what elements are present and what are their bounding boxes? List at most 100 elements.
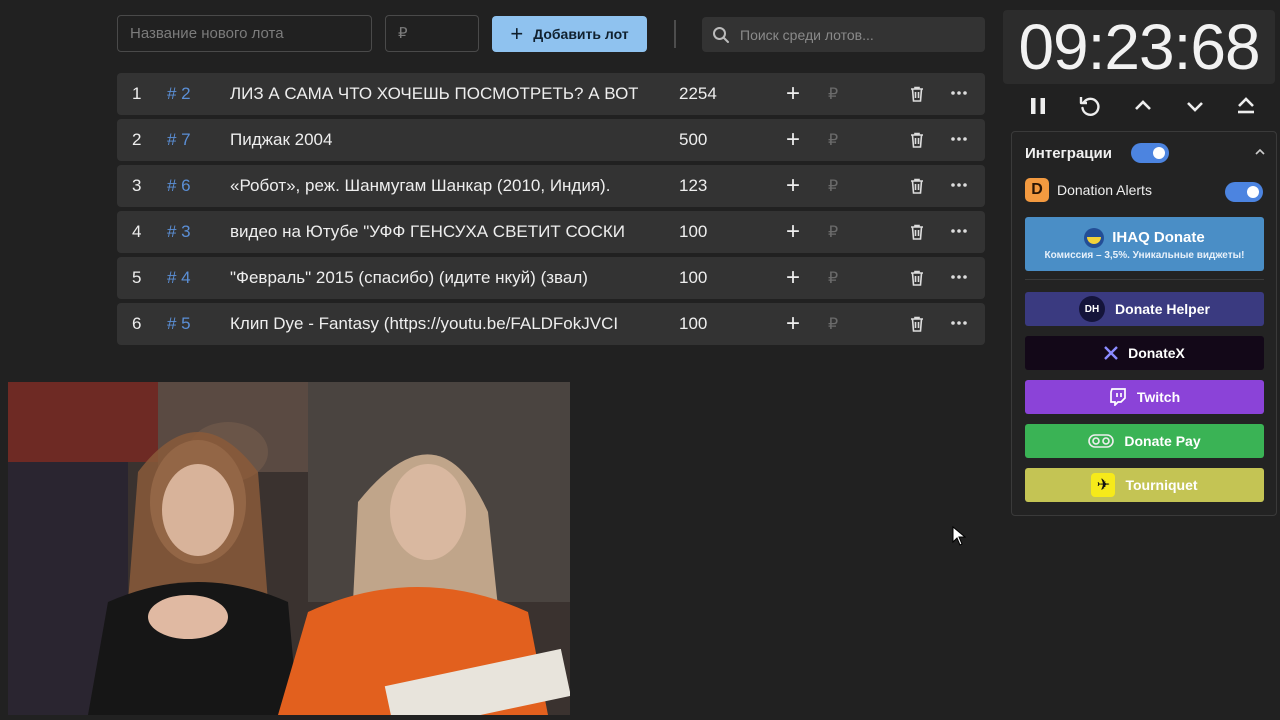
divider <box>1025 279 1264 280</box>
lot-currency[interactable]: ₽ <box>828 176 838 196</box>
lot-index: 6 <box>132 314 142 333</box>
ihaq-donate-button[interactable]: IHAQ Donate Комиссия – 3,5%. Уникальные … <box>1025 217 1264 271</box>
donate-pay-button[interactable]: Donate Pay <box>1025 424 1264 458</box>
lot-row[interactable]: 6 # 5 Клип Dye - Fantasy (https://youtu.… <box>117 303 985 345</box>
more-icon[interactable] <box>951 321 967 325</box>
donate-helper-label: Donate Helper <box>1115 301 1210 317</box>
lot-currency[interactable]: ₽ <box>828 130 838 150</box>
ihaq-label: IHAQ Donate <box>1112 229 1205 246</box>
double-chevron-up-icon[interactable] <box>1235 95 1257 117</box>
add-amount-icon[interactable]: + <box>786 172 800 200</box>
mouse-cursor-icon <box>952 526 966 546</box>
lot-row[interactable]: 4 # 3 видео на Ютубе "УФФ ГЕНСУХА СВЕТИТ… <box>117 211 985 253</box>
donation-alerts-row: D Donation Alerts <box>1025 178 1152 202</box>
donate-pay-label: Donate Pay <box>1124 433 1201 449</box>
timer-controls <box>1012 88 1272 124</box>
lot-index: 2 <box>132 130 142 149</box>
lot-title[interactable]: ЛИЗ А САМА ЧТО ХОЧЕШЬ ПОСМОТРЕТЬ? А ВОТ <box>230 84 638 104</box>
twitch-label: Twitch <box>1136 389 1181 405</box>
ihaq-subtitle: Комиссия – 3,5%. Уникальные виджеты! <box>1044 249 1245 261</box>
add-lot-button[interactable]: + Добавить лот <box>492 16 647 52</box>
lot-id: # 2 <box>167 84 191 103</box>
lot-index: 5 <box>132 268 142 287</box>
twitch-button[interactable]: Twitch <box>1025 380 1264 414</box>
donate-helper-button[interactable]: DH Donate Helper <box>1025 292 1264 326</box>
lot-index: 1 <box>132 84 142 103</box>
lot-amount[interactable]: 100 <box>679 222 707 242</box>
lot-index: 3 <box>132 176 142 195</box>
lots-list: 1 # 2 ЛИЗ А САМА ЧТО ХОЧЕШЬ ПОСМОТРЕТЬ? … <box>117 73 985 349</box>
more-icon[interactable] <box>951 91 967 95</box>
lot-amount[interactable]: 123 <box>679 176 707 196</box>
donation-alerts-icon: D <box>1025 178 1049 202</box>
chevron-up-icon[interactable] <box>1132 95 1154 117</box>
search-placeholder: Поиск среди лотов... <box>740 26 874 43</box>
lot-amount[interactable]: 500 <box>679 130 707 150</box>
lot-title[interactable]: Клип Dye - Fantasy (https://youtu.be/FAL… <box>230 314 638 334</box>
donatex-logo-icon <box>1104 346 1118 360</box>
trash-icon[interactable] <box>908 85 926 103</box>
add-amount-icon[interactable]: + <box>786 310 800 338</box>
chevron-up-icon[interactable] <box>1254 146 1266 158</box>
tourniquet-label: Tourniquet <box>1125 477 1198 493</box>
pause-icon[interactable] <box>1027 95 1049 117</box>
donate-pay-logo-icon <box>1088 434 1115 448</box>
lot-id: # 5 <box>167 314 191 333</box>
lot-title[interactable]: "Февраль" 2015 (спасибо) (идите нкуй) (з… <box>230 268 638 288</box>
lot-currency[interactable]: ₽ <box>828 314 838 334</box>
lot-currency[interactable]: ₽ <box>828 222 838 242</box>
donate-helper-logo-icon: DH <box>1079 296 1106 322</box>
lot-search-input[interactable]: Поиск среди лотов... <box>702 17 985 52</box>
search-icon <box>713 26 729 43</box>
lot-amount[interactable]: 100 <box>679 268 707 288</box>
donatex-button[interactable]: DonateX <box>1025 336 1264 370</box>
more-icon[interactable] <box>951 229 967 233</box>
lot-row[interactable]: 5 # 4 "Февраль" 2015 (спасибо) (идите нк… <box>117 257 985 299</box>
twitch-logo-icon <box>1109 388 1126 406</box>
trash-icon[interactable] <box>908 223 926 241</box>
lot-row[interactable]: 1 # 2 ЛИЗ А САМА ЧТО ХОЧЕШЬ ПОСМОТРЕТЬ? … <box>117 73 985 115</box>
integrations-panel: Интеграции D Donation Alerts IHAQ Donate… <box>1011 131 1277 516</box>
lot-index: 4 <box>132 222 142 241</box>
more-icon[interactable] <box>951 275 967 279</box>
add-amount-icon[interactable]: + <box>786 126 800 154</box>
toolbar-divider <box>674 20 676 48</box>
tourniquet-logo-icon: ✈ <box>1091 473 1116 497</box>
add-lot-label: Добавить лот <box>533 26 629 42</box>
chevron-down-icon[interactable] <box>1184 95 1206 117</box>
integrations-title: Интеграции <box>1025 145 1112 162</box>
lot-amount[interactable]: 100 <box>679 314 707 334</box>
donatex-label: DonateX <box>1128 345 1185 361</box>
add-amount-icon[interactable]: + <box>786 80 800 108</box>
lot-title[interactable]: «Робот», реж. Шанмугам Шанкар (2010, Инд… <box>230 176 638 196</box>
integrations-toggle[interactable] <box>1131 143 1169 163</box>
lot-id: # 7 <box>167 130 191 149</box>
add-amount-icon[interactable]: + <box>786 264 800 292</box>
tourniquet-button[interactable]: ✈ Tourniquet <box>1025 468 1264 502</box>
add-amount-icon[interactable]: + <box>786 218 800 246</box>
lot-id: # 4 <box>167 268 191 287</box>
reset-icon[interactable] <box>1078 94 1102 118</box>
trash-icon[interactable] <box>908 177 926 195</box>
lot-id: # 3 <box>167 222 191 241</box>
more-icon[interactable] <box>951 137 967 141</box>
trash-icon[interactable] <box>908 315 926 333</box>
lot-currency[interactable]: ₽ <box>828 84 838 104</box>
lot-title[interactable]: Пиджак 2004 <box>230 130 638 150</box>
trash-icon[interactable] <box>908 269 926 287</box>
lot-amount[interactable]: 2254 <box>679 84 717 104</box>
donation-alerts-toggle[interactable] <box>1225 182 1263 202</box>
timer-display: 09:23:68 <box>1003 10 1275 84</box>
lot-row[interactable]: 3 # 6 «Робот», реж. Шанмугам Шанкар (201… <box>117 165 985 207</box>
lot-title[interactable]: видео на Ютубе "УФФ ГЕНСУХА СВЕТИТ СОСКИ <box>230 222 638 242</box>
lot-id: # 6 <box>167 176 191 195</box>
trash-icon[interactable] <box>908 131 926 149</box>
lot-row[interactable]: 2 # 7 Пиджак 2004 500 + ₽ <box>117 119 985 161</box>
lot-currency[interactable]: ₽ <box>828 268 838 288</box>
more-icon[interactable] <box>951 183 967 187</box>
lot-price-input[interactable] <box>385 15 479 52</box>
plus-icon: + <box>510 21 524 46</box>
lot-name-input[interactable] <box>117 15 372 52</box>
donation-alerts-label: Donation Alerts <box>1057 182 1152 198</box>
ihaq-logo-icon <box>1084 227 1105 248</box>
